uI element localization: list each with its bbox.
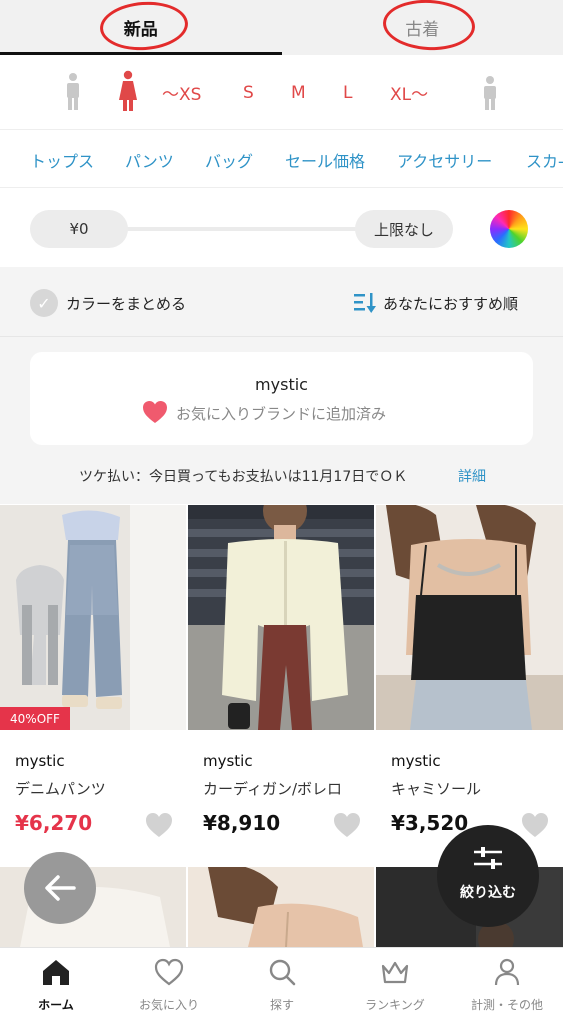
discount-badge: 40%OFF [0, 707, 70, 730]
filter-label: 絞り込む [460, 885, 516, 901]
tab-new[interactable]: 新品 [0, 0, 282, 55]
arrow-left-icon [45, 875, 76, 901]
heart-icon [154, 958, 184, 986]
product-image[interactable] [376, 505, 563, 730]
favorite-heart-icon[interactable] [333, 812, 361, 838]
crown-icon [381, 961, 409, 984]
size-s[interactable]: S [243, 55, 254, 130]
heart-icon[interactable] [142, 400, 168, 424]
nav-label: お気に入り [138, 998, 199, 1012]
product-price: ¥8,910 [203, 811, 281, 835]
favorite-heart-icon[interactable] [145, 812, 173, 838]
male-figure-icon[interactable] [61, 72, 85, 112]
tab-used[interactable]: 古着 [282, 0, 563, 55]
payment-note: ツケ払い：今日買ってもお支払いは11月17日でＯＫ [79, 469, 408, 485]
nav-label: ランキング [365, 998, 425, 1012]
tab-new-label: 新品 [123, 20, 158, 40]
search-icon [269, 959, 296, 986]
size-l[interactable]: L [343, 55, 352, 130]
nav-home[interactable]: ホーム [0, 948, 112, 1024]
jeans-photo [0, 505, 186, 730]
favorite-heart-icon[interactable] [521, 812, 549, 838]
details-link[interactable]: 詳細 [458, 466, 486, 486]
brand-name: mystic [255, 375, 308, 394]
size-xs[interactable]: 〜XS [162, 55, 201, 130]
product-brand: mystic [203, 752, 253, 770]
camisole-photo [376, 505, 563, 730]
bottom-nav: ホーム お気に入り 探す ランキング 計測・その他 [0, 947, 563, 1024]
category-accessories[interactable]: アクセサリー [397, 131, 492, 187]
price-min-handle[interactable]: ¥0 [30, 210, 128, 248]
sort-icon[interactable] [353, 292, 377, 314]
brand-card[interactable] [30, 352, 533, 445]
size-xl[interactable]: XL〜 [390, 55, 428, 130]
category-tops[interactable]: トップス [30, 131, 94, 187]
product-name: キャミソール [391, 780, 482, 798]
child-figure-icon[interactable] [478, 75, 502, 111]
filter-button[interactable]: 絞り込む [437, 825, 539, 927]
category-tabs: トップス パンツ バッグ セール価格 アクセサリー スカ- [0, 131, 563, 188]
product-name: デニムパンツ [15, 780, 106, 798]
favorite-status: お気に入りブランドに追加済み [176, 405, 387, 423]
nav-label: ホーム [38, 998, 74, 1012]
person-icon [494, 958, 520, 986]
size-m[interactable]: M [291, 55, 306, 130]
product-image[interactable] [188, 867, 374, 947]
category-sale[interactable]: セール価格 [285, 131, 365, 187]
product-image[interactable] [188, 505, 374, 730]
color-merge-label[interactable]: カラーをまとめる [66, 293, 186, 314]
nav-other[interactable]: 計測・その他 [451, 948, 563, 1024]
price-max-handle[interactable]: 上限なし [355, 210, 453, 248]
sort-label[interactable]: あなたにおすすめ順 [383, 293, 518, 314]
app-screen: 新品 古着 〜XS S M L XL〜 トップス パンツ バッグ セール価格 ア… [0, 0, 563, 1024]
product-name: カーディガン/ボレロ [203, 780, 343, 798]
nav-label: 探す [269, 998, 294, 1012]
category-pants[interactable]: パンツ [125, 131, 174, 187]
product-brand: mystic [391, 752, 441, 770]
nav-search[interactable]: 探す [226, 948, 338, 1024]
divider [0, 336, 563, 337]
sliders-icon [474, 847, 502, 869]
top-photo [188, 867, 374, 947]
tab-used-label: 古着 [405, 20, 440, 40]
nav-ranking[interactable]: ランキング [339, 948, 451, 1024]
product-price: ¥3,520 [391, 811, 469, 835]
product-image[interactable] [0, 505, 186, 730]
back-button[interactable] [24, 852, 96, 924]
nav-label: 計測・その他 [470, 998, 543, 1012]
top-tabs: 新品 古着 [0, 0, 563, 55]
nav-favorites[interactable]: お気に入り [113, 948, 225, 1024]
checkmark-icon[interactable]: ✓ [30, 289, 58, 317]
cardigan-photo [188, 505, 374, 730]
female-figure-icon[interactable] [116, 70, 140, 112]
color-wheel-button[interactable] [490, 210, 528, 248]
product-price-sale: ¥6,270 [15, 811, 93, 835]
category-bags[interactable]: バッグ [205, 131, 253, 187]
product-brand: mystic [15, 752, 65, 770]
category-skirts[interactable]: スカ- [526, 131, 563, 187]
home-icon [43, 960, 69, 985]
